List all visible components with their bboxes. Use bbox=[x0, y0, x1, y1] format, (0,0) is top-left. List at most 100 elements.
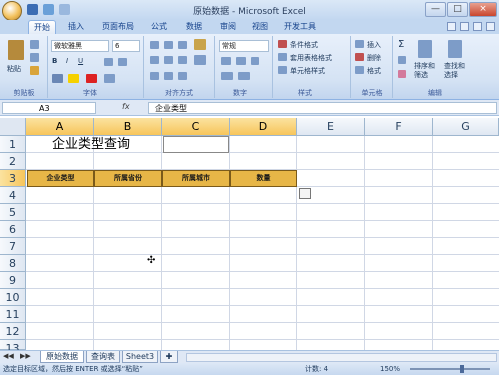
tab-formulas[interactable]: 公式 bbox=[145, 20, 173, 34]
paste-options-icon[interactable] bbox=[299, 188, 311, 199]
orientation-icon[interactable] bbox=[178, 72, 187, 80]
italic-button[interactable]: I bbox=[66, 57, 68, 65]
next-sheet-icon[interactable]: ▶▶ bbox=[20, 352, 31, 360]
clear-icon[interactable] bbox=[398, 70, 406, 78]
cell-styles-button[interactable]: 单元格样式 bbox=[290, 66, 325, 76]
sheet-tab-sheet3[interactable]: Sheet3 bbox=[122, 351, 158, 363]
ribbon-minimize-icon[interactable] bbox=[460, 22, 469, 31]
cell-d3[interactable]: 数量 bbox=[230, 170, 297, 187]
format-cells-icon[interactable] bbox=[355, 66, 364, 74]
row-header-8[interactable]: 8 bbox=[0, 255, 26, 272]
align-left-icon[interactable] bbox=[150, 56, 159, 64]
delete-cells-icon[interactable] bbox=[355, 53, 364, 61]
conditional-format-button[interactable]: 条件格式 bbox=[290, 40, 318, 50]
row-header-1[interactable]: 1 bbox=[0, 136, 26, 153]
column-header-b[interactable]: B bbox=[94, 118, 162, 136]
column-header-e[interactable]: E bbox=[297, 118, 365, 136]
row-header-5[interactable]: 5 bbox=[0, 204, 26, 221]
tab-developer[interactable]: 开发工具 bbox=[280, 20, 320, 34]
tab-data[interactable]: 数据 bbox=[180, 20, 208, 34]
insert-cells-icon[interactable] bbox=[355, 40, 364, 48]
align-bottom-icon[interactable] bbox=[178, 41, 187, 49]
cell-c3[interactable]: 所属城市 bbox=[162, 170, 230, 187]
align-right-icon[interactable] bbox=[178, 56, 187, 64]
table-format-button[interactable]: 套用表格格式 bbox=[290, 53, 332, 63]
fill-color-icon[interactable] bbox=[68, 74, 79, 83]
zoom-slider[interactable] bbox=[410, 368, 490, 370]
delete-cells-button[interactable]: 删除 bbox=[367, 53, 381, 63]
zoom-level[interactable]: 150% bbox=[380, 363, 400, 375]
help-icon[interactable] bbox=[447, 22, 456, 31]
insert-sheet-icon[interactable]: ✚ bbox=[160, 351, 178, 363]
cell-a3[interactable]: 企业类型 bbox=[27, 170, 94, 187]
row-header-2[interactable]: 2 bbox=[0, 153, 26, 170]
table-format-icon[interactable] bbox=[278, 53, 287, 61]
conditional-format-icon[interactable] bbox=[278, 40, 287, 48]
cell-a1[interactable]: 企业类型查询 bbox=[52, 136, 130, 153]
increase-decimal-icon[interactable] bbox=[221, 72, 233, 80]
row-header-13[interactable]: 13 bbox=[0, 340, 26, 355]
tab-page-layout[interactable]: 页面布局 bbox=[98, 20, 138, 34]
cell-styles-icon[interactable] bbox=[278, 66, 287, 74]
border-icon[interactable] bbox=[52, 74, 63, 83]
merge-center-icon[interactable] bbox=[194, 55, 206, 65]
column-header-f[interactable]: F bbox=[365, 118, 433, 136]
format-painter-icon[interactable] bbox=[30, 66, 39, 75]
underline-button[interactable]: U bbox=[78, 57, 83, 65]
comma-icon[interactable] bbox=[251, 57, 259, 65]
shrink-font-icon[interactable] bbox=[118, 58, 127, 66]
column-header-c[interactable]: C bbox=[162, 118, 230, 136]
horizontal-scrollbar[interactable] bbox=[186, 353, 497, 362]
paste-icon[interactable] bbox=[8, 40, 24, 60]
align-middle-icon[interactable] bbox=[164, 41, 173, 49]
font-color-icon[interactable] bbox=[86, 74, 97, 83]
autosum-button[interactable]: Σ bbox=[398, 39, 404, 50]
ribbon-close-icon[interactable] bbox=[486, 22, 495, 31]
sort-filter-button[interactable]: 排序和 筛选 bbox=[414, 62, 435, 80]
sheet-tab-query[interactable]: 查询表 bbox=[86, 351, 120, 363]
tab-review[interactable]: 审阅 bbox=[214, 20, 242, 34]
tab-insert[interactable]: 插入 bbox=[62, 20, 90, 34]
decrease-indent-icon[interactable] bbox=[150, 72, 159, 80]
number-format-select[interactable]: 常规 bbox=[219, 40, 269, 52]
align-center-icon[interactable] bbox=[164, 56, 173, 64]
decrease-decimal-icon[interactable] bbox=[238, 72, 250, 80]
currency-icon[interactable] bbox=[221, 57, 231, 65]
font-size-select[interactable]: 6 bbox=[112, 40, 140, 52]
format-cells-button[interactable]: 格式 bbox=[367, 66, 381, 76]
grow-font-icon[interactable] bbox=[104, 58, 113, 66]
row-header-9[interactable]: 9 bbox=[0, 272, 26, 289]
insert-cells-button[interactable]: 插入 bbox=[367, 40, 381, 50]
formula-input[interactable]: 企业类型 bbox=[148, 102, 497, 114]
sheet-tab-original-data[interactable]: 原始数据 bbox=[40, 351, 84, 363]
tab-home[interactable]: 开始 bbox=[28, 20, 56, 34]
zoom-slider-knob[interactable] bbox=[460, 365, 464, 373]
fill-icon[interactable] bbox=[398, 56, 406, 64]
fx-button[interactable]: fx bbox=[122, 102, 130, 111]
row-header-3[interactable]: 3 bbox=[0, 170, 26, 187]
cell-c1[interactable] bbox=[163, 136, 229, 153]
sort-filter-icon[interactable] bbox=[418, 40, 432, 58]
cell-b3[interactable]: 所属省份 bbox=[94, 170, 162, 187]
row-header-4[interactable]: 4 bbox=[0, 187, 26, 204]
column-header-a[interactable]: A bbox=[26, 118, 94, 136]
column-header-g[interactable]: G bbox=[433, 118, 499, 136]
name-box[interactable]: A3 bbox=[2, 102, 96, 114]
select-all-corner[interactable] bbox=[0, 118, 26, 136]
bold-button[interactable]: B bbox=[52, 57, 57, 65]
paste-button-label[interactable]: 粘贴 bbox=[7, 64, 21, 74]
copy-icon[interactable] bbox=[30, 53, 39, 62]
percent-icon[interactable] bbox=[236, 57, 246, 65]
row-header-11[interactable]: 11 bbox=[0, 306, 26, 323]
minimize-button[interactable]: — bbox=[425, 2, 446, 17]
worksheet-grid[interactable]: A B C D E F G 1 2 3 4 5 6 7 8 9 10 11 12… bbox=[0, 118, 499, 355]
cut-icon[interactable] bbox=[30, 40, 39, 49]
ribbon-restore-icon[interactable] bbox=[473, 22, 482, 31]
tab-view[interactable]: 视图 bbox=[246, 20, 274, 34]
font-name-select[interactable]: 微软雅黑 bbox=[51, 40, 109, 52]
column-header-d[interactable]: D bbox=[230, 118, 297, 136]
row-header-7[interactable]: 7 bbox=[0, 238, 26, 255]
find-select-button[interactable]: 查找和 选择 bbox=[444, 62, 465, 80]
row-header-10[interactable]: 10 bbox=[0, 289, 26, 306]
row-header-6[interactable]: 6 bbox=[0, 221, 26, 238]
